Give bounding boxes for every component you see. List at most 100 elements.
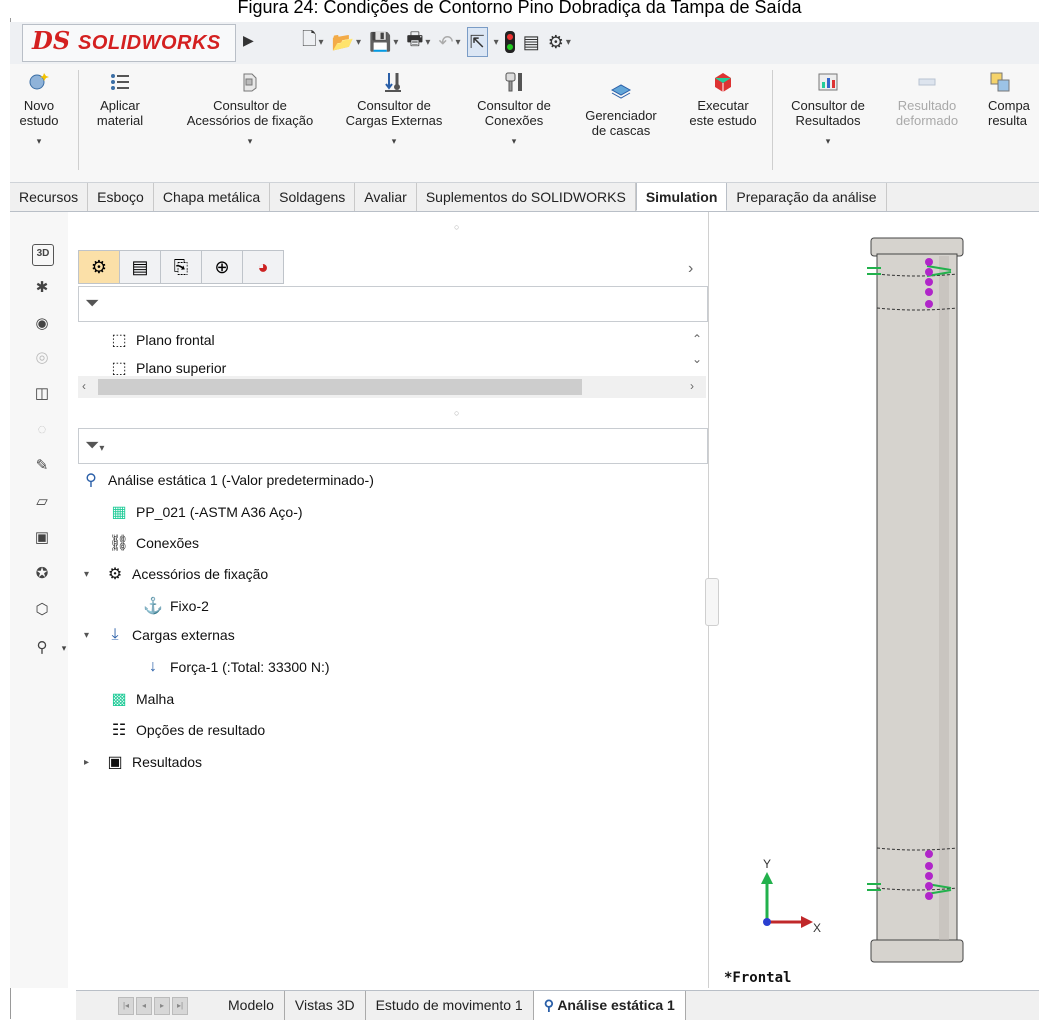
collapse-arrow-icon[interactable]: ▾ bbox=[84, 569, 98, 580]
undo-icon[interactable]: ↶ ▾ bbox=[436, 28, 462, 56]
expand-arrow-icon[interactable]: ▸ bbox=[84, 757, 98, 768]
result-options-icon: ☷ bbox=[111, 722, 127, 739]
shell-manager-button[interactable]: Gerenciador de cascas bbox=[572, 70, 670, 138]
part-icon[interactable]: ◉ bbox=[32, 314, 52, 334]
compare-results-button[interactable]: Compa resulta bbox=[982, 70, 1039, 128]
fixtures-advisor-button[interactable]: Consultor de Acessórios de fixação ▾ bbox=[170, 70, 330, 149]
study-filter-bar[interactable]: ⏷▾ bbox=[78, 428, 708, 464]
results-advisor-button[interactable]: Consultor de Resultados ▾ bbox=[778, 70, 878, 149]
appearance-icon[interactable]: ◌ bbox=[32, 420, 52, 440]
chevron-down-icon[interactable]: ▾ bbox=[464, 134, 564, 149]
run-study-button[interactable]: Executar este estudo bbox=[678, 70, 768, 128]
feature-manager-tab-icon[interactable]: ⚙ bbox=[78, 250, 119, 284]
axis-x-label: X bbox=[813, 921, 821, 935]
configuration-manager-tab-icon[interactable]: ⎘ bbox=[160, 250, 201, 284]
tree-item-fixo-2[interactable]: ⚓ Fixo-2 bbox=[142, 596, 209, 616]
assembly-icon[interactable]: ◎ bbox=[32, 348, 52, 368]
bottom-tab-estudo-movimento[interactable]: Estudo de movimento 1 bbox=[366, 991, 534, 1020]
chevron-down-icon[interactable]: ▾ bbox=[334, 134, 454, 149]
open-folder-icon[interactable]: 📂 ▾ bbox=[330, 28, 363, 56]
menu-expand-icon[interactable]: ▶ bbox=[243, 32, 254, 49]
feature-filter-bar[interactable]: ⏷ bbox=[78, 286, 708, 322]
prev-tab-icon[interactable]: ◂ bbox=[136, 997, 152, 1015]
sketch-icon[interactable]: ✎ bbox=[32, 456, 52, 476]
tree-item-results[interactable]: ▸ ▣ Resultados bbox=[84, 752, 202, 772]
part-material-icon: ▦ bbox=[111, 504, 127, 521]
dimxpert-manager-tab-icon[interactable]: ⊕ bbox=[201, 250, 242, 284]
chevron-down-icon[interactable]: ▾ bbox=[170, 134, 330, 149]
panel-collapse-handle[interactable] bbox=[705, 578, 719, 626]
tree-item-fixtures[interactable]: ▾ ⚙ Acessórios de fixação bbox=[84, 564, 268, 584]
bottom-tab-vistas-3d[interactable]: Vistas 3D bbox=[285, 991, 366, 1020]
external-loads-advisor-button[interactable]: Consultor de Cargas Externas ▾ bbox=[334, 70, 454, 149]
filter-icon: ⏷▾ bbox=[85, 435, 105, 455]
bottom-tab-analise-estatica[interactable]: ⚲ Análise estática 1 bbox=[533, 991, 686, 1020]
tree-item-label: Força-1 (:Total: 33300 N:) bbox=[170, 659, 330, 675]
tab-chapa-metalica[interactable]: Chapa metálica bbox=[154, 183, 271, 211]
horizontal-scrollbar[interactable]: ‹ › bbox=[78, 376, 706, 398]
solidworks-logo: SOLIDWORKS bbox=[78, 32, 221, 54]
3d-view-icon[interactable]: 3D bbox=[32, 244, 54, 266]
scroll-down-icon[interactable]: ⌄ bbox=[692, 352, 702, 366]
plane-icon: ⬚ bbox=[111, 360, 127, 376]
rebuild-traffic-light-icon[interactable] bbox=[503, 28, 517, 56]
tree-item-label: Acessórios de fixação bbox=[132, 566, 269, 582]
new-study-label-1: Novo bbox=[23, 98, 55, 113]
tab-recursos[interactable]: Recursos bbox=[10, 183, 89, 211]
simulation-tool-icon[interactable]: ⚲ bbox=[32, 638, 52, 658]
tab-esboco[interactable]: Esboço bbox=[88, 183, 154, 211]
tree-study-root[interactable]: ⚲ Análise estática 1 (-Valor predetermin… bbox=[80, 470, 374, 490]
custom-properties-icon[interactable]: ▣ bbox=[32, 528, 52, 548]
file-properties-icon[interactable]: ▤ bbox=[521, 28, 542, 56]
drawing-icon[interactable]: ▱ bbox=[32, 492, 52, 512]
graphics-viewport[interactable]: Y X bbox=[708, 212, 1039, 988]
tree-item-plano-superior[interactable]: ⬚ Plano superior bbox=[108, 358, 226, 376]
tab-soldagens[interactable]: Soldagens bbox=[270, 183, 356, 211]
scroll-up-icon[interactable]: ⌃ bbox=[692, 332, 702, 346]
new-document-icon[interactable]: 🗋 ▾ bbox=[300, 28, 326, 56]
tree-item-force-1[interactable]: ↓ Força-1 (:Total: 33300 N:) bbox=[142, 658, 330, 676]
tree-item-result-options[interactable]: ☷ Opções de resultado bbox=[108, 720, 265, 740]
view-orientation-label: *Frontal bbox=[724, 970, 792, 986]
tab-suplementos[interactable]: Suplementos do SOLIDWORKS bbox=[417, 183, 636, 211]
property-manager-tab-icon[interactable]: ▤ bbox=[119, 250, 160, 284]
collapse-arrow-icon[interactable]: ▾ bbox=[84, 630, 98, 641]
force-arrow-icon: ↓ bbox=[149, 658, 157, 675]
new-study-button[interactable]: Novo estudo ▾ bbox=[14, 70, 64, 149]
chevron-down-icon[interactable]: ▾ bbox=[14, 134, 64, 149]
splitter-grip[interactable]: ○ bbox=[454, 222, 459, 232]
tree-item-connections[interactable]: ⛓ Conexões bbox=[108, 533, 199, 553]
connections-advisor-button[interactable]: Consultor de Conexões ▾ bbox=[464, 70, 564, 149]
tab-preparacao-analise[interactable]: Preparação da análise bbox=[727, 183, 887, 211]
scroll-left-icon[interactable]: ‹ bbox=[82, 379, 86, 393]
print-icon[interactable]: 🖶 ▾ bbox=[404, 28, 432, 56]
scrollbar-thumb[interactable] bbox=[98, 379, 582, 395]
tree-item-mesh[interactable]: ▩ Malha bbox=[108, 689, 174, 709]
next-tab-icon[interactable]: ▸ bbox=[154, 997, 170, 1015]
splitter-grip[interactable]: ○ bbox=[454, 408, 459, 418]
chevron-right-icon[interactable]: › bbox=[688, 260, 693, 278]
select-dropdown-icon[interactable]: ▾ bbox=[494, 37, 499, 48]
chevron-down-icon[interactable]: ▾ bbox=[778, 134, 878, 149]
scroll-right-icon[interactable]: › bbox=[690, 379, 694, 393]
tree-item-external-loads[interactable]: ▾ ⤓ Cargas externas bbox=[84, 626, 235, 644]
last-tab-icon[interactable]: ▸| bbox=[172, 997, 188, 1015]
apply-material-button[interactable]: Aplicar material bbox=[90, 70, 150, 128]
save-icon[interactable]: 💾 ▾ bbox=[367, 28, 400, 56]
design-library-icon[interactable]: ✱ bbox=[32, 278, 52, 298]
view-palette-icon[interactable]: ◫ bbox=[32, 384, 52, 404]
deformed-result-button[interactable]: Resultado deformado bbox=[888, 70, 966, 128]
first-tab-icon[interactable]: |◂ bbox=[118, 997, 134, 1015]
tools-icon[interactable]: ✪ bbox=[32, 564, 52, 584]
display-manager-tab-icon[interactable]: ◕ bbox=[242, 250, 284, 284]
tree-item-plano-frontal[interactable]: ⬚ Plano frontal bbox=[108, 330, 214, 350]
select-pointer-icon[interactable]: ⇱ bbox=[466, 27, 488, 57]
tab-avaliar[interactable]: Avaliar bbox=[355, 183, 417, 211]
tab-simulation[interactable]: Simulation bbox=[635, 183, 728, 211]
bottom-tab-modelo[interactable]: Modelo bbox=[218, 991, 285, 1020]
tree-item-part[interactable]: ▦ PP_021 (-ASTM A36 Aço-) bbox=[108, 502, 302, 522]
mesh-icon: ▩ bbox=[111, 691, 127, 708]
solid-body-icon[interactable]: ⬡ bbox=[32, 600, 52, 620]
options-gear-icon[interactable]: ⚙ ▾ bbox=[546, 28, 573, 56]
connections-advisor-label-2: Conexões bbox=[484, 113, 544, 128]
